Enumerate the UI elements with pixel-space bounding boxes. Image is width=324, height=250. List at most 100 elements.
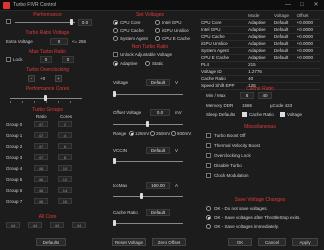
voltage-select-radio[interactable]: [155, 28, 160, 33]
misc-checkbox[interactable]: [206, 133, 211, 138]
misc-checkbox[interactable]: [206, 173, 211, 178]
turbo-group-cores[interactable]: 4: [58, 132, 72, 138]
turbo-group-ratio[interactable]: 46: [34, 198, 48, 204]
iccmax-slider-thumb[interactable]: [140, 193, 143, 199]
turbo-group-cores[interactable]: 8: [58, 154, 72, 160]
iccmax-value: 160.00: [146, 182, 170, 189]
voltage-select-radio[interactable]: [113, 20, 118, 25]
voltage-select-radio[interactable]: [155, 36, 160, 41]
iccmax-unit: A: [175, 183, 179, 188]
turbo-group-ratio[interactable]: 47: [34, 143, 48, 149]
table-cell: CPU Cache: [200, 33, 248, 41]
sleep-cache-ratio-checkbox[interactable]: [242, 112, 247, 117]
vccin-slider-track[interactable]: [113, 161, 183, 162]
cache-max-input[interactable]: 40: [258, 92, 272, 99]
iccmax-slider-track[interactable]: [113, 196, 183, 197]
voltage-select-radio[interactable]: [113, 36, 118, 41]
save-voltage-radio[interactable]: [206, 215, 211, 220]
voltage-select-radio[interactable]: [155, 20, 160, 25]
turbo-group-row: Group 5 46 12: [0, 176, 94, 183]
voltage-slider-track[interactable]: [113, 94, 183, 95]
all-core-value-0[interactable]: 44: [6, 222, 20, 228]
range-250mv-radio[interactable]: [150, 131, 155, 136]
turbo-group-ratio[interactable]: 47: [34, 132, 48, 138]
range-125mv-radio[interactable]: [129, 131, 134, 136]
decrease-button[interactable]: -: [28, 75, 35, 82]
table-cell: Adaptive: [247, 47, 273, 55]
turbo-group-cores[interactable]: 14: [58, 187, 72, 193]
cache-ratio-slider-thumb[interactable]: [113, 220, 116, 226]
increase-button[interactable]: +: [55, 75, 62, 82]
table-row: System Agent Adaptive Default +0.0000: [200, 47, 320, 55]
voltage-select-label: CPU Core: [120, 20, 141, 25]
sleep-voltage-checkbox[interactable]: [280, 112, 285, 117]
reset-voltage-button[interactable]: Reset Voltage: [112, 238, 146, 246]
vccin-slider-thumb[interactable]: [113, 158, 116, 164]
all-core-value-1[interactable]: 44: [28, 222, 42, 228]
maximize-button[interactable]: □: [296, 0, 308, 10]
cache-ratio-value: Default: [146, 209, 170, 216]
misc-checkbox[interactable]: [206, 163, 211, 168]
minimize-button[interactable]: —: [282, 0, 294, 10]
misc-checkbox[interactable]: [206, 143, 211, 148]
voltage-select-label: iGPU Unslice: [162, 28, 189, 33]
voltage-select-radio[interactable]: [113, 28, 118, 33]
cache-ratio-slider-track[interactable]: [113, 223, 183, 224]
vccin-value: Default: [146, 147, 170, 154]
table-row: Cache Ratio 40: [200, 75, 320, 83]
table-cell: Default: [273, 19, 296, 27]
defaults-button[interactable]: Defaults: [36, 238, 66, 246]
table-cell: Adaptive: [247, 33, 273, 41]
turbo-group-ratio[interactable]: 47: [34, 121, 48, 127]
turbo-group-cores[interactable]: 6: [58, 143, 72, 149]
turbo-group-label: Group 6: [6, 188, 23, 193]
turbo-group-label: Group 2: [6, 144, 23, 149]
max-turbo-ratio-input[interactable]: 0: [40, 56, 52, 63]
misc-checkbox[interactable]: [206, 153, 211, 158]
close-button[interactable]: ✕: [310, 0, 322, 10]
apply-button[interactable]: Apply: [292, 238, 318, 246]
turbo-group-cores[interactable]: 2: [58, 121, 72, 127]
performance-checkbox[interactable]: [6, 19, 11, 24]
zero-offset-button[interactable]: Zero Offset: [152, 238, 186, 246]
turbo-group-cores[interactable]: 12: [58, 176, 72, 182]
adaptive-radio[interactable]: [113, 61, 118, 66]
performance-cores-slider-ticks: [10, 101, 82, 103]
cache-min-input[interactable]: 8: [240, 92, 254, 99]
table-cell: Cache Ratio: [200, 75, 248, 83]
voltage-label: Voltage: [113, 80, 129, 85]
voltage-slider-thumb[interactable]: [113, 91, 116, 97]
save-voltage-radio[interactable]: [206, 206, 211, 211]
static-radio[interactable]: [145, 61, 150, 66]
table-cell: [273, 68, 296, 76]
turbo-group-ratio[interactable]: 46: [34, 187, 48, 193]
max-turbo-ratio-input-2[interactable]: 0: [62, 56, 74, 63]
voltage-select-label: Intel GPU: [162, 20, 182, 25]
all-core-value-2[interactable]: 44: [50, 222, 64, 228]
ok-button[interactable]: OK: [228, 238, 252, 246]
performance-slider-track[interactable]: [15, 22, 75, 23]
offset-voltage-slider-thumb[interactable]: [146, 121, 149, 127]
cancel-button[interactable]: Cancel: [258, 238, 286, 246]
all-core-header: All Core: [38, 214, 57, 220]
save-voltage-radio[interactable]: [206, 224, 211, 229]
turbo-group-cores[interactable]: 16: [58, 198, 72, 204]
unlock-adjustable-voltage-checkbox[interactable]: [113, 52, 118, 57]
turbo-group-ratio[interactable]: 46: [34, 176, 48, 182]
performance-slider-thumb[interactable]: [70, 19, 73, 25]
turbo-group-ratio[interactable]: 46: [34, 165, 48, 171]
fivr-window: Turbo FIVR Control — □ ✕ Performance 0.0…: [0, 0, 324, 250]
turbo-group-cores[interactable]: 10: [58, 165, 72, 171]
table-cell: +0.0000: [295, 40, 320, 48]
voltage-table-header: Mode Voltage Offset: [200, 12, 320, 20]
turbo-group-label: Group 3: [6, 155, 23, 160]
all-core-value-3[interactable]: 44: [72, 222, 86, 228]
turbo-group-ratio[interactable]: 47: [34, 154, 48, 160]
table-cell: CPU Core: [200, 19, 248, 27]
range-500mv-radio[interactable]: [171, 131, 176, 136]
extra-voltage-input[interactable]: 0: [50, 38, 68, 45]
performance-cores-header: Performance Cores: [25, 86, 70, 92]
table-row: CPU E Cache Adaptive Default +0.0000: [200, 54, 320, 62]
table-cell: Adaptive: [247, 54, 273, 62]
lock-checkbox[interactable]: [6, 57, 11, 62]
